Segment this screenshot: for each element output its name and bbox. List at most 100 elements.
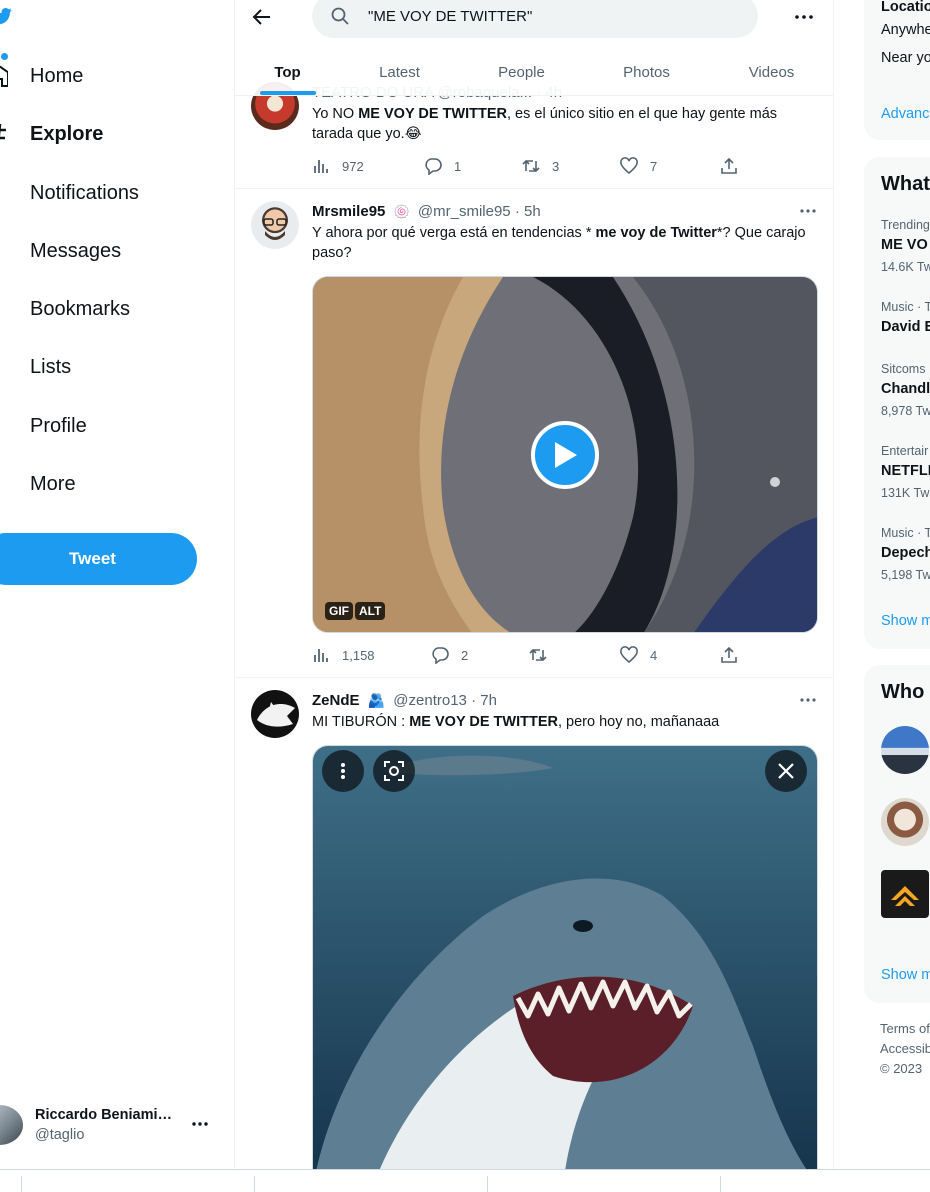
footer-accessibility-link[interactable]: Accessib xyxy=(880,1039,930,1059)
bookmark-icon xyxy=(0,297,8,321)
views-count: 972 xyxy=(342,158,364,174)
tweet[interactable]: ZeNdE 🫂 @zentro13 · 7h MI TIBURÓN : ME V… xyxy=(235,678,833,1170)
tab-videos[interactable]: Videos xyxy=(719,48,824,96)
tweet-actions: 1,158 2 4 xyxy=(312,645,812,665)
filter-anywhere-option[interactable]: Anywhe xyxy=(881,22,930,38)
suggested-user-avatar[interactable] xyxy=(881,870,929,918)
hashtag-icon xyxy=(0,124,6,140)
reply-button[interactable]: 2 xyxy=(431,645,468,665)
home-icon xyxy=(0,65,8,87)
trend-name: David E xyxy=(881,319,930,335)
tweet-author-handle[interactable]: @mr_smile95 xyxy=(418,203,511,220)
search-input[interactable] xyxy=(368,4,738,28)
tab-photos[interactable]: Photos xyxy=(594,48,699,96)
account-handle: @taglio xyxy=(35,1127,85,1143)
back-arrow-icon[interactable] xyxy=(249,4,275,30)
nav-explore[interactable]: Explore xyxy=(0,114,220,154)
advanced-search-link[interactable]: Advanc xyxy=(881,106,929,122)
like-count: 4 xyxy=(650,647,658,663)
close-media-button[interactable] xyxy=(765,750,807,792)
brand-logo-icon xyxy=(891,886,919,906)
search-icon xyxy=(331,7,349,25)
who-to-follow-show-more-link[interactable]: Show m xyxy=(881,967,930,983)
nav-lists[interactable]: Lists xyxy=(0,347,220,387)
twitter-logo-icon[interactable] xyxy=(0,6,12,26)
retweet-button[interactable] xyxy=(529,645,559,665)
tab-latest[interactable]: Latest xyxy=(347,48,452,96)
suggested-user-avatar[interactable] xyxy=(881,798,929,846)
trends-show-more-link[interactable]: Show m xyxy=(881,613,930,629)
nav-bookmarks[interactable]: Bookmarks xyxy=(0,289,220,329)
footer-links: Terms of Accessib © 2023 xyxy=(880,1019,930,1079)
tweet-text: Y ahora por qué verga está en tendencias… xyxy=(312,225,806,261)
tweet-author-handle[interactable]: @zentro13 xyxy=(393,692,467,709)
play-icon xyxy=(555,442,577,468)
lens-search-button[interactable] xyxy=(373,750,415,792)
search-filters-card: Locatio Anywhe Near yo Advanc xyxy=(864,0,930,140)
search-box[interactable] xyxy=(312,0,758,38)
tweet-text: Yo NO ME VOY DE TWITTER, es el único sit… xyxy=(312,106,778,142)
who-to-follow-card: Who Show m xyxy=(864,665,930,1003)
tweet-timestamp[interactable]: · 7h xyxy=(471,692,497,709)
more-horizontal-icon[interactable] xyxy=(793,6,815,28)
heart-icon xyxy=(620,646,638,664)
nav-profile-label: Profile xyxy=(30,414,87,437)
nav-home-label: Home xyxy=(30,64,84,87)
heart-icon xyxy=(620,157,638,175)
bottom-divider xyxy=(720,1176,721,1192)
tweet-author-name[interactable]: ZeNdE xyxy=(312,692,360,709)
trend-context: Entertair xyxy=(881,444,929,458)
account-name: Riccardo Beniami… xyxy=(35,1107,172,1123)
trend-name: Depech xyxy=(881,545,930,561)
filter-near-you-option[interactable]: Near yo xyxy=(881,50,930,66)
trend-context: Trending xyxy=(881,218,930,232)
gif-badge: GIF xyxy=(325,602,353,620)
bottom-bar xyxy=(0,1169,930,1192)
tweet-button[interactable]: Tweet xyxy=(0,533,197,585)
media-options-button[interactable] xyxy=(322,750,364,792)
bottom-divider xyxy=(487,1176,488,1192)
search-results-timeline: TEATRO DO URA @robaquela... · 4h Yo NO M… xyxy=(234,0,834,1170)
tweet-gif-media[interactable]: GIF ALT xyxy=(312,276,818,633)
trend-context: Music · T xyxy=(881,526,930,540)
play-button[interactable] xyxy=(531,421,599,489)
nav-profile[interactable]: Profile xyxy=(0,406,220,446)
avatar-face-icon xyxy=(263,218,287,240)
list-icon xyxy=(0,355,8,379)
more-horizontal-icon[interactable] xyxy=(798,690,818,710)
tweet[interactable]: Mrsmile95 🍥 @mr_smile95 · 5h Y ahora por… xyxy=(235,189,833,678)
tweet-photo-media[interactable] xyxy=(312,745,818,1170)
alt-badge[interactable]: ALT xyxy=(355,602,386,620)
tab-top[interactable]: Top xyxy=(235,48,340,96)
nav-home[interactable]: Home xyxy=(0,53,220,96)
tweet-author-name[interactable]: Mrsmile95 xyxy=(312,203,385,220)
trend-name: ME VO xyxy=(881,237,928,253)
like-button[interactable]: 7 xyxy=(620,156,657,176)
more-horizontal-icon[interactable] xyxy=(798,201,818,221)
right-sidebar: Locatio Anywhe Near yo Advanc What Trend… xyxy=(834,0,930,1170)
account-switcher[interactable]: Riccardo Beniami… @taglio xyxy=(0,1100,225,1152)
retweet-button[interactable]: 3 xyxy=(522,156,559,176)
share-button[interactable] xyxy=(720,156,750,176)
tweet-avatar[interactable] xyxy=(251,690,299,738)
nav-messages[interactable]: Messages xyxy=(0,231,220,271)
reply-icon xyxy=(425,158,442,175)
trends-card: What Trending ME VO 14.6K Tw Music · T D… xyxy=(864,157,930,649)
tweet-header: ZeNdE 🫂 @zentro13 · 7h xyxy=(312,692,497,709)
nav-more[interactable]: More xyxy=(0,464,220,504)
footer-terms-link[interactable]: Terms of xyxy=(880,1019,930,1039)
lens-icon xyxy=(384,761,404,781)
retweet-count: 3 xyxy=(552,158,560,174)
tweet-avatar[interactable] xyxy=(251,201,299,249)
tab-people[interactable]: People xyxy=(469,48,574,96)
views-button[interactable]: 972 xyxy=(312,156,364,176)
tweet-timestamp[interactable]: · 5h xyxy=(515,203,541,220)
share-button[interactable] xyxy=(720,645,750,665)
suggested-user-avatar[interactable] xyxy=(881,726,929,774)
bottom-divider xyxy=(21,1176,22,1192)
like-button[interactable]: 4 xyxy=(620,645,657,665)
views-button[interactable]: 1,158 xyxy=(312,645,375,665)
bottom-divider xyxy=(254,1176,255,1192)
reply-button[interactable]: 1 xyxy=(424,156,461,176)
nav-notifications[interactable]: Notifications xyxy=(0,173,220,213)
